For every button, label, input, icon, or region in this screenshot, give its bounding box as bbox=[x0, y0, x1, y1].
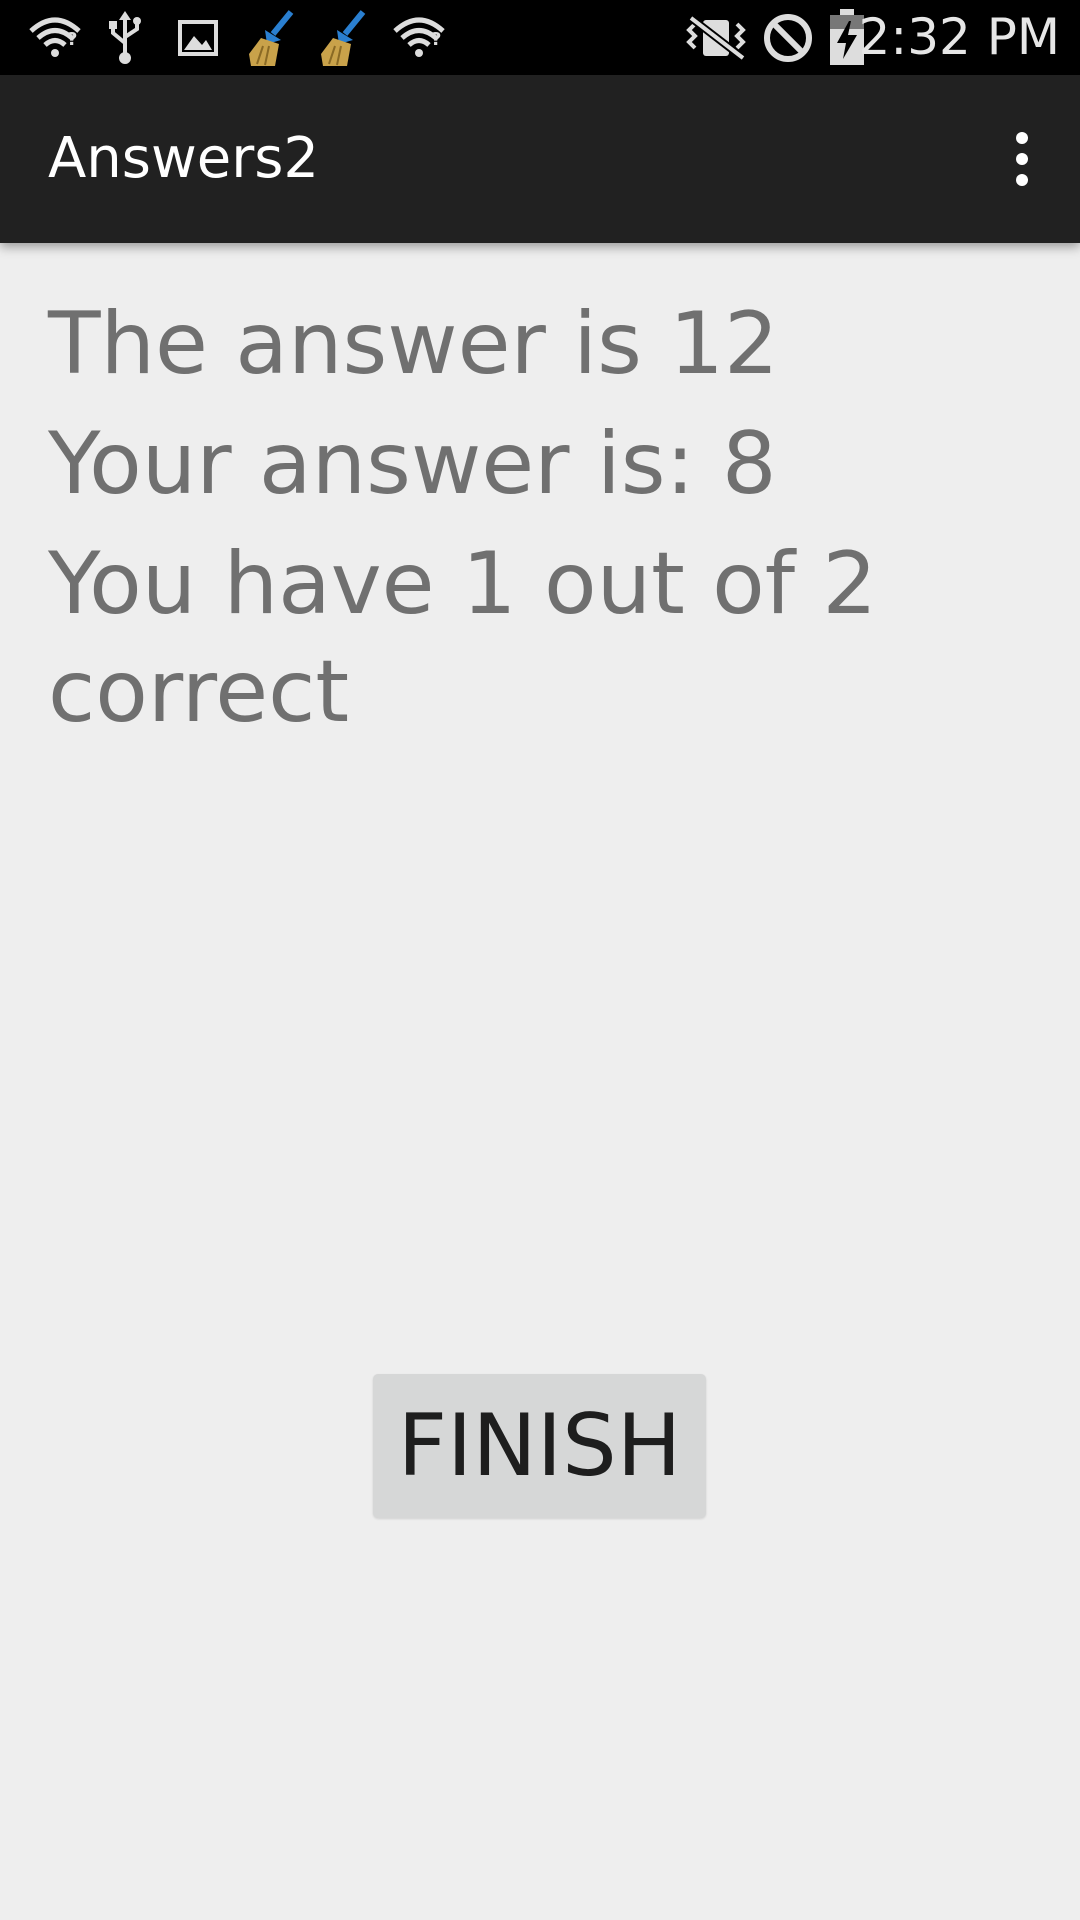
vibrate-icon bbox=[680, 0, 754, 75]
usb-icon bbox=[104, 0, 146, 75]
svg-text:?: ? bbox=[431, 29, 441, 50]
status-time: 2:32 PM bbox=[858, 8, 1060, 66]
overflow-menu-icon[interactable] bbox=[986, 117, 1058, 201]
wifi-question-icon: ? bbox=[22, 0, 88, 75]
correct-answer-text: The answer is 12 bbox=[48, 294, 779, 394]
broom-icon bbox=[244, 0, 298, 75]
svg-text:?: ? bbox=[67, 29, 77, 50]
menu-dot bbox=[1016, 153, 1028, 165]
finish-button[interactable]: FINISH bbox=[373, 1374, 706, 1518]
screen: ? ? 2:32 PM Answers2 The answer is 12 Yo… bbox=[0, 0, 1080, 1920]
app-title: Answers2 bbox=[48, 126, 320, 191]
menu-dot bbox=[1016, 132, 1028, 144]
app-bar: Answers2 bbox=[0, 75, 1080, 243]
menu-dot bbox=[1016, 174, 1028, 186]
wifi-question-icon: ? bbox=[386, 0, 452, 75]
score-text: You have 1 out of 2 correct bbox=[48, 534, 878, 742]
blocked-icon bbox=[760, 0, 816, 75]
user-answer-text: Your answer is: 8 bbox=[48, 414, 777, 514]
broom-icon bbox=[316, 0, 370, 75]
image-icon bbox=[176, 0, 220, 75]
status-bar: ? ? 2:32 PM bbox=[0, 0, 1080, 75]
answers-content: The answer is 12 Your answer is: 8 You h… bbox=[48, 290, 1038, 758]
